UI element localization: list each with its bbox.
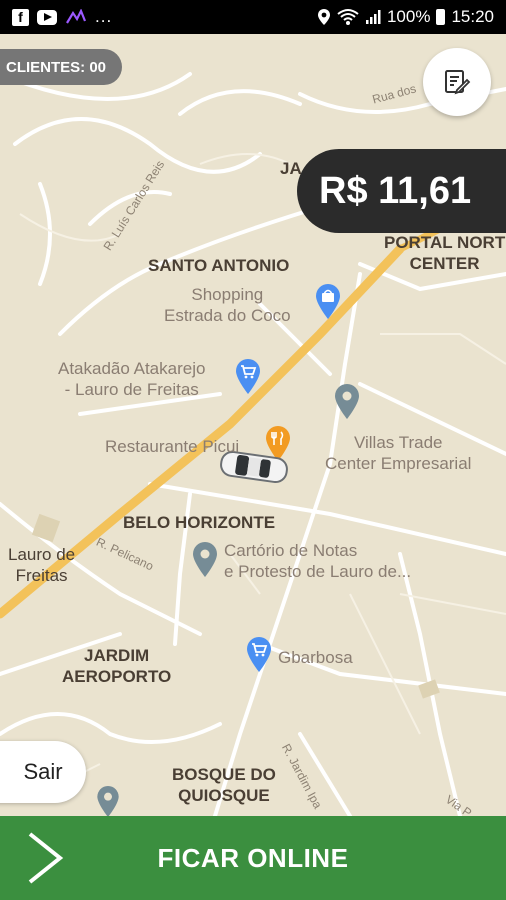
location-pin-icon[interactable]	[333, 384, 361, 420]
city-lauro-de-freitas: Lauro de Freitas	[8, 545, 76, 585]
neighborhood-jardim-aeroporto: JARDIM AEROPORTO	[62, 646, 172, 686]
go-online-label: FICAR ONLINE	[157, 842, 349, 873]
go-online-button[interactable]: FICAR ONLINE	[0, 816, 506, 900]
fare-display: R$ 11,61	[297, 149, 506, 233]
clients-count-badge: CLIENTES: 00	[0, 49, 123, 85]
app-icon	[66, 9, 87, 24]
poi-gbarbosa: Gbarbosa	[278, 648, 353, 667]
battery-icon	[436, 9, 446, 25]
sair-button[interactable]: Sair	[0, 741, 86, 803]
edit-note-icon	[445, 70, 471, 95]
notary-pin-icon[interactable]	[191, 542, 219, 578]
clock: 15:20	[451, 7, 494, 26]
neighborhood-portal-norte-center: PORTAL NORT CENTER	[384, 233, 506, 273]
more-notifications: ...	[95, 7, 113, 26]
location-icon	[317, 9, 330, 25]
status-notifications: f ...	[0, 7, 112, 27]
poi-cartorio-de-notas: Cartório de Notas e Protesto de Lauro de…	[224, 541, 412, 581]
gbarbosa-pin-icon[interactable]	[245, 637, 273, 673]
neighborhood-santo-antonio: SANTO ANTONIO	[148, 256, 290, 275]
neighborhood-bosque-do-quiosque: BOSQUE DO QUIOSQUE	[172, 765, 276, 805]
wifi-icon	[337, 9, 359, 25]
signal-icon	[365, 10, 381, 24]
poi-atakadao-atakarejo: Atakadão Atakarejo - Lauro de Freitas	[58, 359, 206, 399]
battery-percent: 100%	[386, 7, 431, 26]
cart-pin-icon[interactable]	[234, 359, 262, 395]
poi-villas-trade-center: Villas Trade Center Empresarial	[325, 433, 472, 473]
poi-shopping-estrada-do-coco: Shopping Estrada do Coco	[164, 285, 291, 325]
youtube-icon	[37, 9, 57, 25]
notes-button[interactable]	[423, 48, 491, 116]
poi-restaurante-picui: Restaurante Picui	[105, 437, 240, 456]
facebook-icon: f	[12, 8, 29, 26]
status-bar: f ... 100% 15:20	[0, 0, 506, 34]
status-system: 100% 15:20	[317, 7, 506, 27]
shopping-pin-icon[interactable]	[314, 284, 342, 320]
bottom-pin-icon[interactable]	[94, 786, 122, 816]
neighborhood-belo-horizonte: BELO HORIZONTE	[123, 513, 276, 532]
